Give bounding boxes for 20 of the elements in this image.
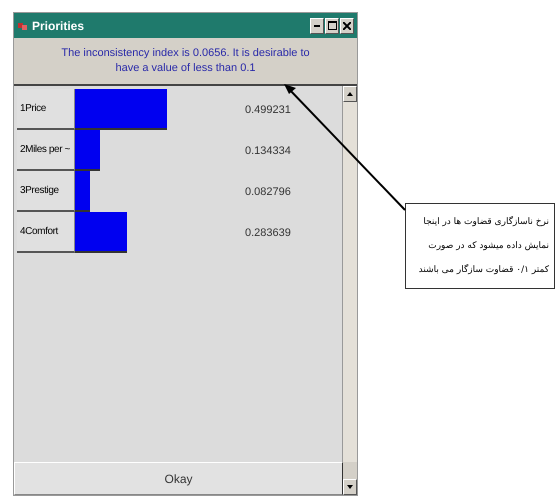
priority-value: 0.082796 (245, 184, 291, 200)
minimize-icon (314, 24, 320, 26)
priority-value: 0.283639 (245, 226, 291, 240)
criterion-label[interactable]: 3Prestige (17, 171, 75, 212)
criterion-label[interactable]: 1Price (17, 89, 75, 130)
criterion-label[interactable]: 4Comfort (17, 212, 75, 253)
annotation-text: نرخ ناسازگاری قضاوت ها در اینجا (422, 215, 550, 229)
criterion-label[interactable]: 2Miles per ~ (17, 130, 75, 171)
okay-button[interactable]: Okay (14, 462, 343, 495)
maximize-icon (328, 21, 336, 30)
close-icon (343, 22, 351, 30)
annotation-text: کمتر ۰/۱ قضاوت سازگار می باشند (418, 263, 550, 277)
priority-value: 0.134334 (245, 144, 291, 158)
maximize-button[interactable] (325, 18, 339, 34)
window-title: Priorities (32, 18, 86, 32)
priority-value: 0.499231 (245, 102, 291, 118)
annotation-text: نمایش داده میشود که در صورت (427, 240, 550, 253)
minimize-button[interactable] (310, 18, 324, 34)
scroll-bar[interactable] (342, 86, 357, 462)
close-button[interactable] (340, 18, 354, 34)
